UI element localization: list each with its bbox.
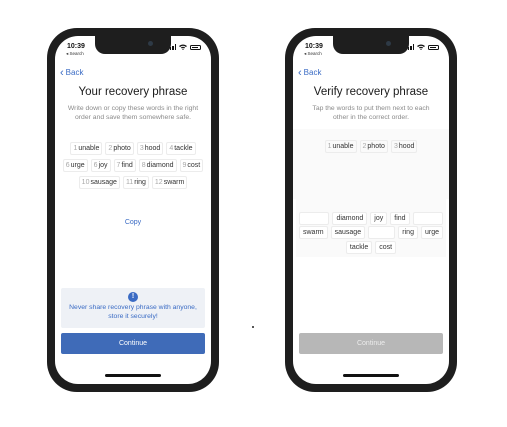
recovery-words: 1unable 2photo 3hood 4tackle 6urge 6joy …	[61, 142, 205, 189]
wifi-icon	[417, 44, 425, 50]
status-back-app[interactable]: ◂ Search	[66, 51, 84, 57]
word-pool-row: tackle cost	[299, 241, 443, 254]
status-time: 10:39	[67, 43, 85, 50]
verify-phrase-screen: 10:39 ◂ Search ‹ Back Verify recovery ph…	[293, 36, 449, 384]
exclamation-circle-icon: !	[128, 292, 138, 302]
back-button[interactable]: ‹ Back	[298, 66, 322, 79]
page-subtitle: Write down or copy these words in the ri…	[67, 105, 199, 121]
home-indicator[interactable]	[105, 374, 161, 377]
word-chip: 10sausage	[78, 176, 120, 189]
word-chip: 12swarm	[151, 176, 188, 189]
word-chip: 8diamond	[138, 159, 177, 172]
copy-button[interactable]: Copy	[55, 219, 211, 226]
continue-button[interactable]: Continue	[61, 333, 205, 354]
stray-dot	[252, 326, 254, 328]
wifi-icon	[179, 44, 187, 50]
word-pool-row: diamond joy find	[299, 212, 443, 225]
page-title: Verify recovery phrase	[313, 86, 429, 98]
back-label: Back	[303, 68, 322, 77]
notch	[333, 36, 409, 54]
pool-word-chip[interactable]: cost	[375, 241, 397, 254]
battery-icon	[190, 44, 201, 50]
word-chip: 7find	[113, 159, 136, 172]
home-indicator[interactable]	[343, 374, 399, 377]
empty-word-slot	[368, 226, 396, 239]
selected-word-chip[interactable]: 1unable	[324, 140, 357, 153]
word-chip: 9cost	[179, 159, 204, 172]
page-subtitle: Tap the words to put them next to each o…	[312, 105, 430, 121]
battery-icon	[428, 44, 439, 50]
pool-word-chip[interactable]: find	[390, 212, 410, 225]
word-chip: 2photo	[105, 142, 134, 155]
word-chip: 11ring	[122, 176, 149, 189]
status-time: 10:39	[305, 43, 323, 50]
pool-word-chip[interactable]: diamond	[332, 212, 368, 225]
word-chip: 4tackle	[166, 142, 196, 155]
selected-words: 1unable 2photo 3hood	[299, 140, 443, 153]
word-pool-row: swarm sausage ring urge	[299, 226, 443, 239]
word-chip: 6urge	[62, 159, 88, 172]
warning-text: Never share recovery phrase with anyone,…	[69, 304, 197, 320]
pool-word-chip[interactable]: joy	[370, 212, 388, 225]
status-icons	[405, 44, 439, 50]
pool-word-chip[interactable]: swarm	[299, 226, 328, 239]
back-button[interactable]: ‹ Back	[60, 66, 84, 79]
word-chip: 3hood	[136, 142, 164, 155]
word-chip: 6joy	[90, 159, 111, 172]
phone-left: 10:39 ◂ Search ‹ Back Your recovery phra…	[47, 28, 219, 392]
back-label: Back	[65, 68, 84, 77]
chevron-left-icon: ‹	[298, 66, 302, 79]
status-back-app[interactable]: ◂ Search	[304, 51, 322, 57]
selected-word-chip[interactable]: 2photo	[359, 140, 388, 153]
empty-word-slot	[412, 212, 443, 225]
continue-button[interactable]: Continue	[299, 333, 443, 354]
empty-word-slot	[299, 212, 330, 225]
warning-banner: ! Never share recovery phrase with anyon…	[61, 288, 205, 328]
status-icons	[167, 44, 201, 50]
camera-icon	[148, 41, 153, 46]
phone-right: 10:39 ◂ Search ‹ Back Verify recovery ph…	[285, 28, 457, 392]
camera-icon	[386, 41, 391, 46]
pool-word-chip[interactable]: ring	[398, 226, 418, 239]
notch	[95, 36, 171, 54]
word-chip: 1unable	[70, 142, 103, 155]
recovery-phrase-screen: 10:39 ◂ Search ‹ Back Your recovery phra…	[55, 36, 211, 384]
pool-word-chip[interactable]: urge	[420, 226, 443, 239]
selected-word-chip[interactable]: 3hood	[390, 140, 418, 153]
page-title: Your recovery phrase	[78, 86, 188, 98]
pool-word-chip[interactable]: sausage	[330, 226, 366, 239]
pool-word-chip[interactable]: tackle	[345, 241, 373, 254]
chevron-left-icon: ‹	[60, 66, 64, 79]
